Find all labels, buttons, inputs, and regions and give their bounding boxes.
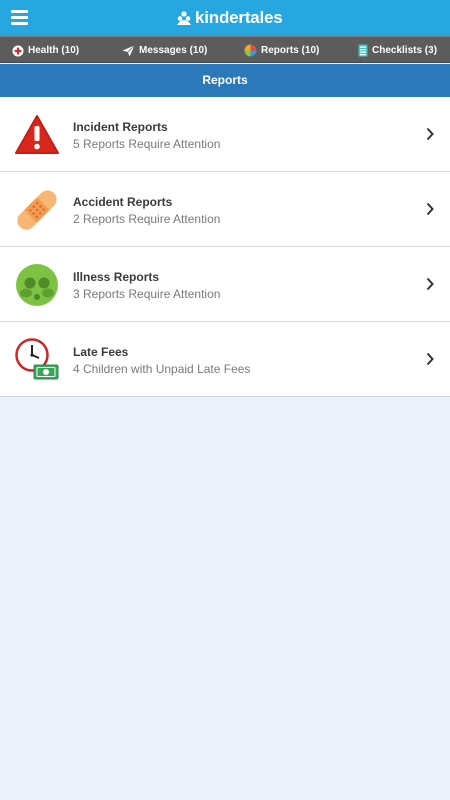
report-subtitle: 5 Reports Require Attention	[73, 137, 221, 151]
report-subtitle: 2 Reports Require Attention	[73, 212, 221, 226]
kindertales-logo-icon	[177, 11, 191, 25]
report-title: Late Fees	[73, 345, 129, 359]
hamburger-menu-icon[interactable]	[11, 10, 28, 25]
chevron-right-icon	[426, 277, 434, 291]
app-logo-text: kindertales	[195, 8, 283, 27]
report-row-late-fees[interactable]: Late Fees 4 Children with Unpaid Late Fe…	[0, 322, 450, 397]
top-nav-bar: Health (10) Messages (10) Reports (10) C…	[0, 36, 450, 63]
report-title: Illness Reports	[73, 270, 160, 284]
report-row-illness[interactable]: Illness Reports 3 Reports Require Attent…	[0, 247, 450, 322]
pie-chart-icon	[244, 44, 257, 57]
reports-list: Incident Reports 5 Reports Require Atten…	[0, 97, 450, 397]
section-title: Reports	[0, 64, 450, 97]
paper-plane-icon	[122, 44, 135, 57]
clock-money-icon	[14, 338, 60, 382]
nav-item-reports[interactable]: Reports (10)	[244, 37, 319, 64]
report-row-incident[interactable]: Incident Reports 5 Reports Require Atten…	[0, 97, 450, 172]
nav-item-messages-label: Messages (10)	[139, 45, 208, 56]
warning-triangle-icon	[14, 113, 60, 157]
sick-face-icon	[14, 263, 60, 307]
nav-item-checklists[interactable]: Checklists (3)	[358, 37, 437, 64]
top-app-bar: kindertales	[0, 0, 450, 36]
nav-item-health-label: Health (10)	[28, 45, 80, 56]
report-title: Accident Reports	[73, 195, 173, 209]
nav-item-reports-label: Reports (10)	[261, 45, 320, 56]
health-cross-icon	[12, 45, 24, 57]
app-logo: kindertales	[176, 8, 283, 28]
report-row-accident[interactable]: Accident Reports 2 Reports Require Atten…	[0, 172, 450, 247]
chevron-right-icon	[426, 127, 434, 141]
report-subtitle: 4 Children with Unpaid Late Fees	[73, 362, 251, 376]
report-subtitle: 3 Reports Require Attention	[73, 287, 221, 301]
chevron-right-icon	[426, 202, 434, 216]
nav-item-messages[interactable]: Messages (10)	[122, 37, 207, 64]
chevron-right-icon	[426, 352, 434, 366]
checklist-icon	[358, 44, 368, 57]
nav-item-health[interactable]: Health (10)	[12, 37, 79, 64]
report-title: Incident Reports	[73, 120, 168, 134]
nav-item-checklists-label: Checklists (3)	[372, 45, 438, 56]
bandage-icon	[14, 188, 60, 232]
